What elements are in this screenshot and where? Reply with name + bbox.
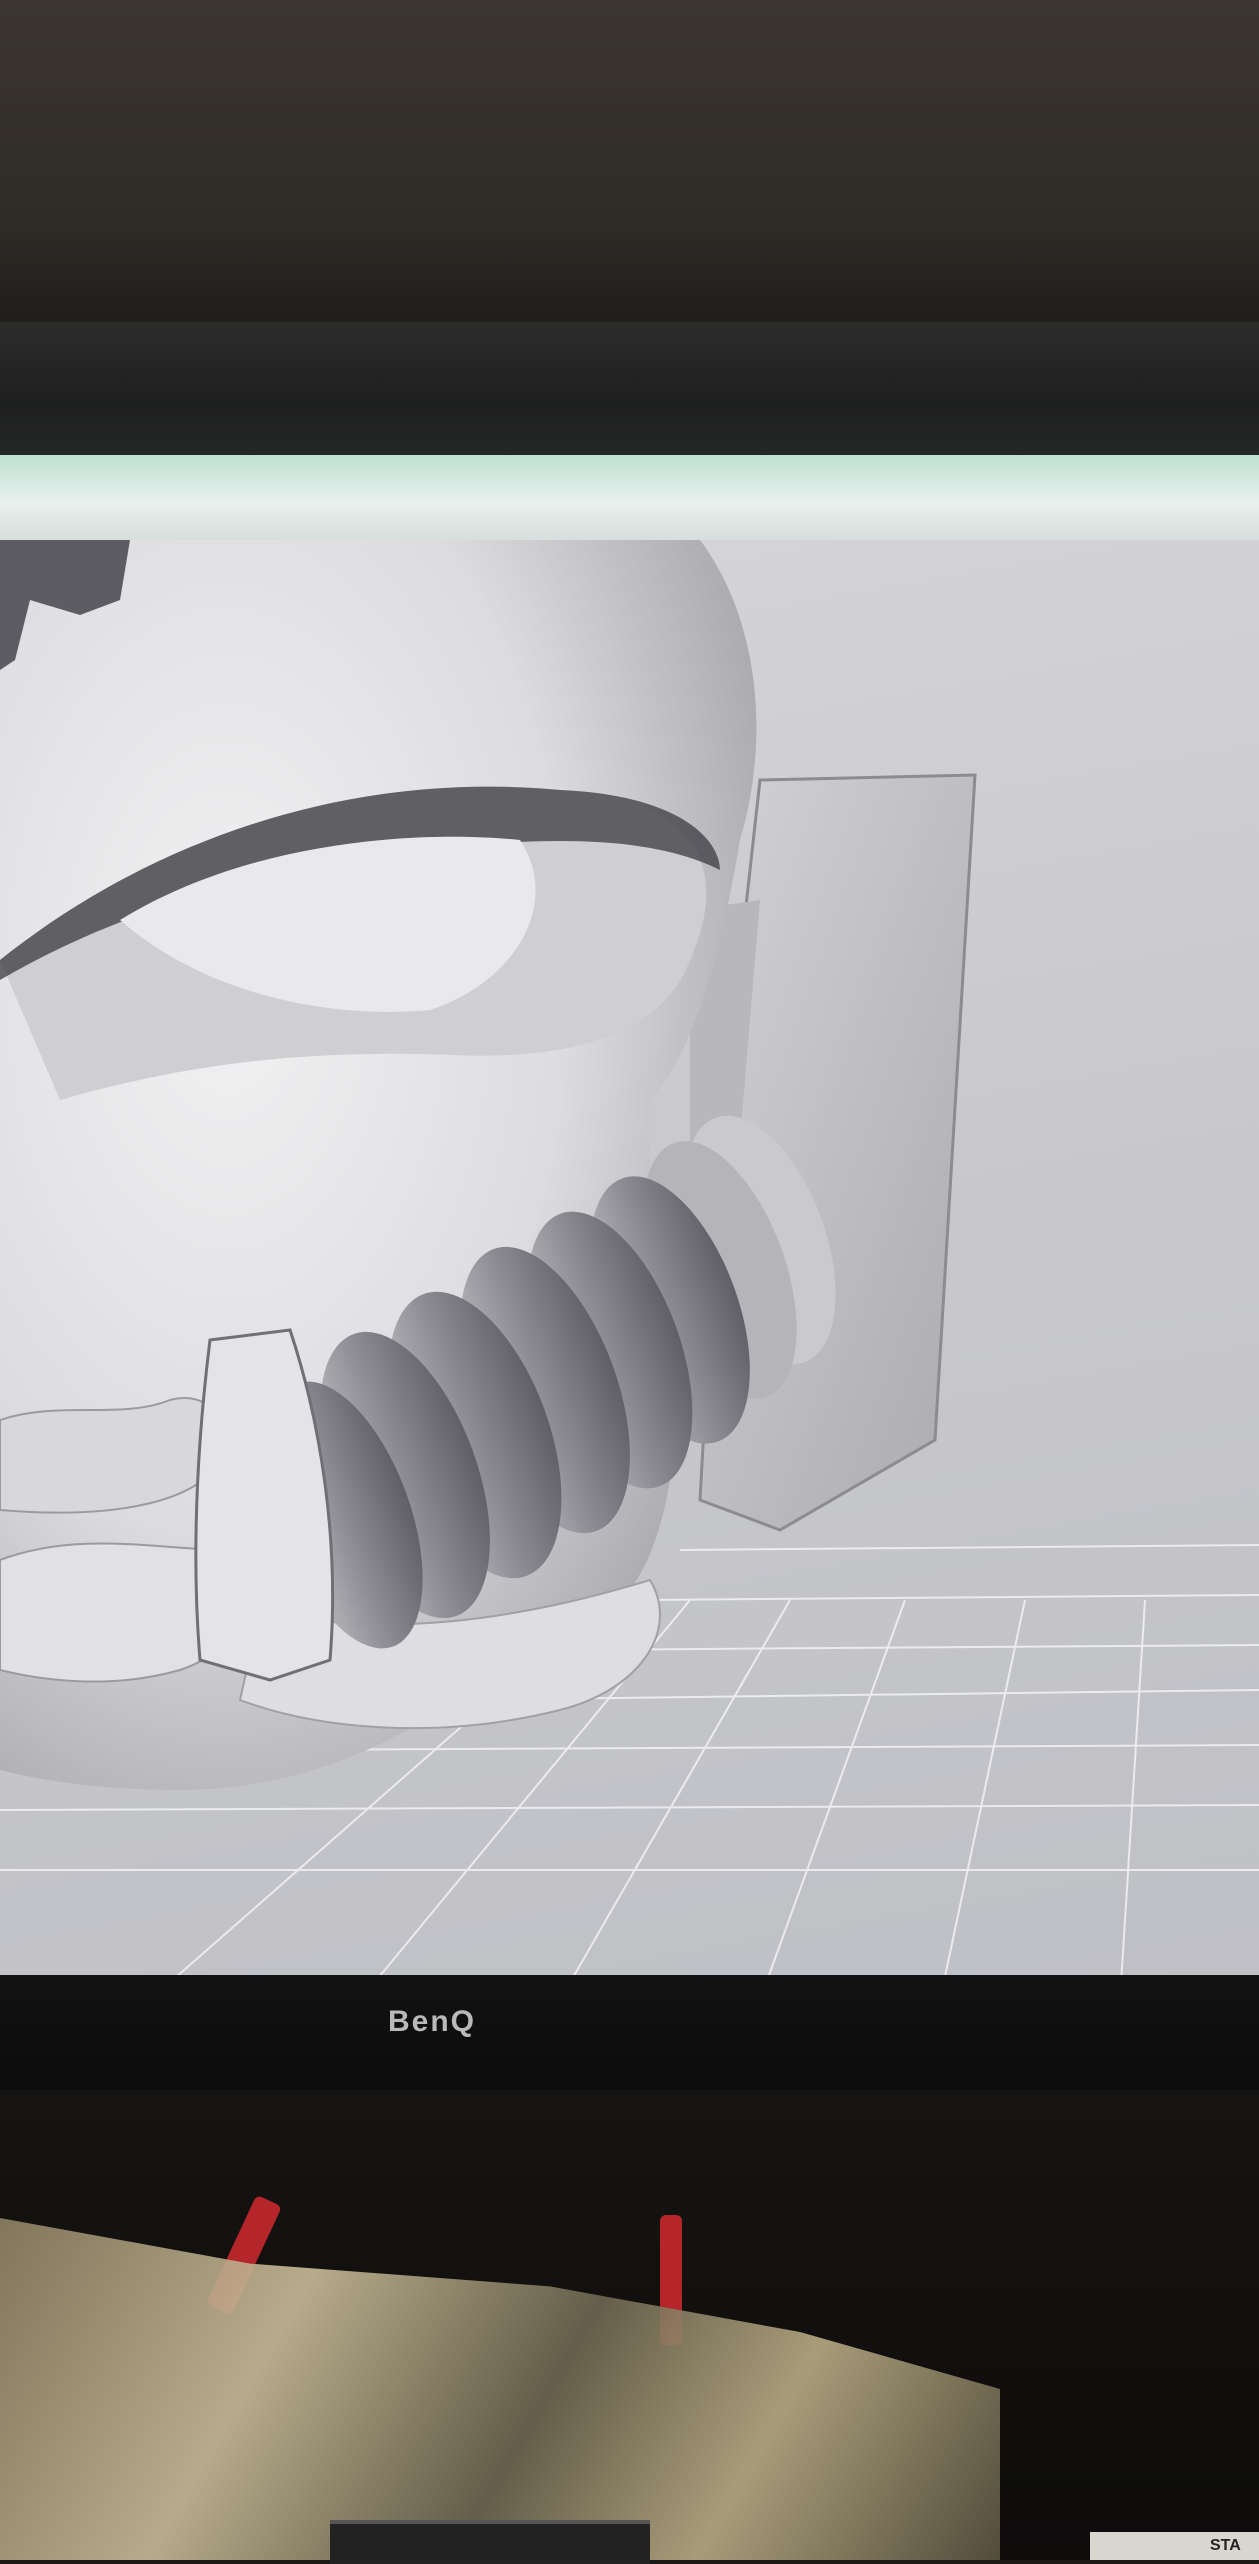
monitor-screen: [0, 455, 1259, 2000]
3d-scene: [0, 540, 1259, 2000]
background-wall: [0, 0, 1259, 330]
monitor-brand-logo: BenQ: [388, 2005, 477, 2038]
desk-device: [330, 2520, 650, 2564]
monitor-top-bezel: [0, 322, 1259, 457]
window-title-strip: [0, 455, 1259, 540]
ruler: STA: [1090, 2532, 1259, 2560]
3d-viewport[interactable]: [0, 540, 1259, 2000]
monitor-bottom-bezel: [0, 1975, 1259, 2095]
